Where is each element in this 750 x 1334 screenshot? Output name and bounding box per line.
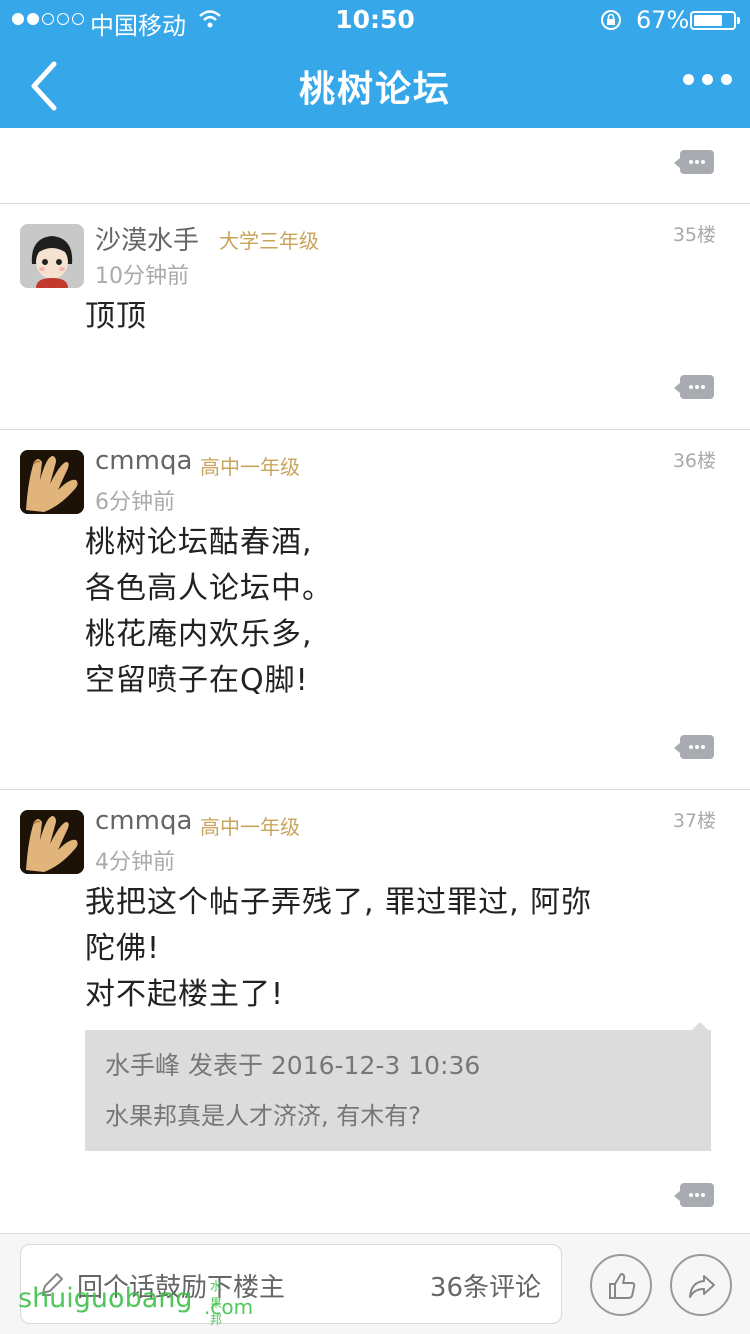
post-time: 10分钟前: [95, 264, 189, 289]
content-line: 空留喷子在Q脚!: [85, 663, 309, 698]
quote-text: 水果邦真是人才济济, 有木有?: [105, 1102, 421, 1130]
lock-rotation-icon: [601, 10, 621, 30]
content-line: 对不起楼主了!: [85, 977, 285, 1012]
content-line: 各色高人论坛中。: [85, 571, 333, 606]
post-content: 我把这个帖子弄残了, 罪过罪过, 阿弥 陀佛! 对不起楼主了!: [85, 880, 592, 1018]
like-button[interactable]: [590, 1254, 652, 1316]
quote-pointer: [692, 1022, 708, 1030]
avatar[interactable]: [20, 810, 84, 874]
top-bar: 中国移动 10:50 67% 桃树论坛: [0, 0, 750, 128]
content-line: 陀佛!: [85, 931, 161, 966]
divider: [0, 789, 750, 790]
battery-percent: 67%: [636, 6, 690, 34]
divider: [0, 429, 750, 430]
watermark: shuiguobang 水果邦 .com: [18, 1279, 253, 1327]
quoted-post[interactable]: 水手峰 发表于 2016-12-3 10:36 水果邦真是人才济济, 有木有?: [85, 1030, 711, 1151]
watermark-text: shuiguobang: [18, 1283, 193, 1314]
divider: [0, 203, 750, 204]
more-icon[interactable]: [683, 74, 732, 85]
battery-icon: [690, 11, 740, 30]
page-title: 桃树论坛: [298, 69, 451, 110]
post-content: 顶顶: [85, 294, 147, 340]
avatar[interactable]: [20, 224, 84, 288]
username[interactable]: cmmqa: [95, 806, 192, 836]
comment-count[interactable]: 36条评论: [430, 1267, 541, 1304]
share-icon: [689, 1275, 715, 1298]
thumbs-up-icon: [609, 1273, 636, 1299]
post-content: 桃树论坛酤春酒, 各色高人论坛中。 桃花庵内欢乐多, 空留喷子在Q脚!: [85, 520, 333, 704]
username[interactable]: 沙漠水手: [95, 220, 199, 257]
content-line: 桃花庵内欢乐多,: [85, 617, 313, 652]
reply-icon[interactable]: [674, 1183, 714, 1207]
content-line: 我把这个帖子弄残了, 罪过罪过, 阿弥: [85, 885, 593, 920]
floor-number: 35楼: [672, 224, 716, 246]
user-grade-badge: 高中一年级: [200, 815, 300, 839]
reply-icon[interactable]: [674, 375, 714, 399]
user-grade-badge: 高中一年级: [200, 455, 300, 479]
status-bar: 中国移动 10:50 67%: [0, 0, 750, 40]
share-button[interactable]: [670, 1254, 732, 1316]
reply-icon[interactable]: [674, 150, 714, 174]
user-grade-badge: 大学三年级: [219, 229, 319, 253]
floor-number: 36楼: [672, 450, 716, 472]
content-line: 顶顶: [85, 299, 147, 334]
avatar[interactable]: [20, 450, 84, 514]
post-time: 4分钟前: [95, 850, 175, 875]
reply-icon[interactable]: [674, 735, 714, 759]
username[interactable]: cmmqa: [95, 446, 192, 476]
content-line: 桃树论坛酤春酒,: [85, 525, 313, 560]
watermark-suffix: .com: [204, 1295, 254, 1319]
floor-number: 37楼: [672, 810, 716, 832]
post-time: 6分钟前: [95, 490, 175, 515]
quote-header: 水手峰 发表于 2016-12-3 10:36: [105, 1051, 481, 1080]
